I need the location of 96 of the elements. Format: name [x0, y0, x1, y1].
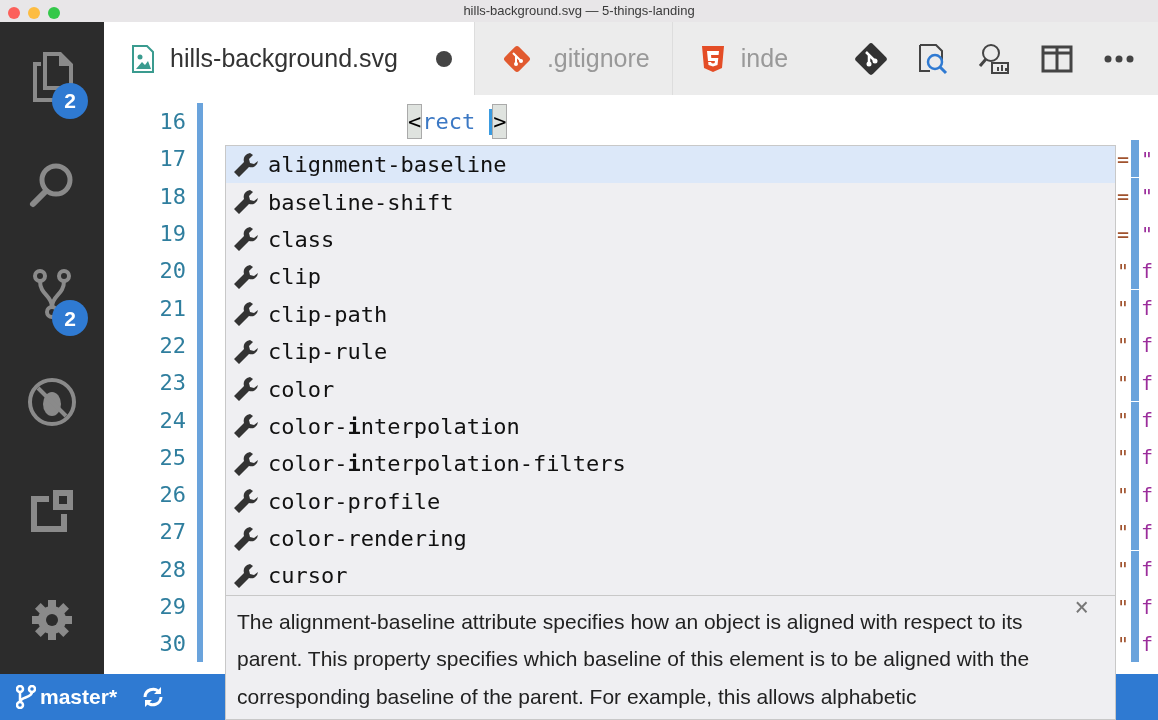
suggestion-item[interactable]: cursor — [226, 557, 1115, 595]
line-number: 18 — [158, 182, 186, 211]
scrollbar-marker — [1131, 401, 1140, 439]
branch-indicator[interactable]: master* — [16, 681, 118, 713]
image-file-icon — [132, 44, 154, 73]
tag-name: rect — [422, 108, 476, 137]
code-fragment: f — [1141, 295, 1154, 323]
line-number: 23 — [158, 369, 186, 398]
wrench-icon — [232, 225, 260, 254]
line-number: 24 — [158, 406, 186, 435]
line-number: 29 — [158, 593, 186, 621]
code-fragment: " — [1117, 518, 1130, 546]
scrollbar-marker — [1131, 252, 1140, 290]
editor-tab[interactable]: hills-background.svg — [104, 22, 475, 95]
code-fragment: f — [1141, 407, 1154, 434]
code-fragment: = — [1117, 220, 1130, 248]
badge-count: 2 — [52, 83, 88, 119]
line-number: 30 — [158, 630, 186, 659]
wrench-icon — [232, 300, 260, 329]
scrollbar-marker — [1131, 140, 1140, 178]
line-number: 25 — [158, 443, 186, 472]
wrench-icon — [232, 262, 260, 291]
wrench-icon — [232, 375, 260, 404]
no-bug-icon[interactable] — [26, 376, 78, 429]
code-fragment: f — [1141, 518, 1154, 546]
code-fragment: f — [1141, 332, 1154, 360]
scrollbar-marker — [1131, 513, 1140, 551]
wrench-icon — [232, 487, 260, 516]
code-fragment: f — [1141, 481, 1154, 509]
suggestion-item[interactable]: color-interpolation — [226, 407, 1115, 446]
line-number: 20 — [158, 257, 186, 286]
line-number: 22 — [158, 331, 186, 360]
code-fragment: f — [1141, 630, 1154, 658]
suggestion-item[interactable]: alignment-baseline — [226, 146, 1115, 184]
suggestion-item[interactable]: clip-path — [226, 295, 1115, 333]
wrench-icon — [232, 524, 260, 553]
code-fragment: " — [1141, 220, 1154, 248]
suggestion-item[interactable]: color — [226, 370, 1115, 408]
scrollbar-marker — [1131, 289, 1140, 327]
text-cursor — [489, 108, 493, 135]
code-fragment: " — [1117, 481, 1130, 509]
extensions-icon[interactable] — [29, 488, 75, 534]
suggestion-item[interactable]: color-profile — [226, 482, 1115, 520]
code-fragment: f — [1141, 444, 1154, 472]
wrench-icon — [232, 562, 260, 590]
preview-icon[interactable] — [978, 41, 1012, 76]
code-fragment: f — [1141, 369, 1154, 397]
line-number: 17 — [158, 145, 186, 174]
code-fragment: f — [1141, 257, 1154, 285]
search-file-icon[interactable] — [916, 41, 950, 76]
suggestion-item[interactable]: class — [226, 220, 1115, 259]
scrollbar-marker — [1131, 364, 1140, 402]
scrollbar-marker — [1131, 625, 1140, 663]
wrench-icon — [232, 449, 260, 478]
suggestion-item[interactable]: clip — [226, 258, 1115, 296]
code-fragment: " — [1117, 630, 1130, 658]
code-fragment: " — [1117, 407, 1130, 434]
suggestion-item[interactable]: clip-rule — [226, 332, 1115, 371]
code-fragment: " — [1117, 295, 1130, 323]
close-button[interactable]: × — [1068, 594, 1095, 620]
line-number: 26 — [158, 481, 186, 510]
bracket-match: < — [407, 104, 423, 140]
code-fragment: = — [1117, 183, 1130, 211]
code-fragment: " — [1117, 257, 1130, 285]
code-fragment: " — [1141, 183, 1154, 211]
code-fragment: = — [1117, 145, 1130, 173]
line-number: 16 — [158, 108, 186, 137]
suggestion-item[interactable]: color-interpolation-filters — [226, 445, 1115, 483]
close-light[interactable] — [8, 7, 20, 19]
suggestion-item[interactable]: baseline-shift — [226, 183, 1115, 221]
wrench-icon — [232, 188, 260, 217]
bracket-match: > — [492, 104, 508, 140]
scrollbar-marker — [1131, 550, 1140, 588]
code-fragment: " — [1117, 369, 1130, 397]
suggestion-item[interactable]: color-rendering — [226, 519, 1115, 558]
code-fragment: " — [1117, 556, 1130, 584]
wrench-icon — [232, 337, 260, 366]
line-number: 19 — [158, 220, 186, 249]
line-number: 28 — [158, 555, 186, 584]
window-title: hills-background.svg — 5-things-landing — [463, 2, 695, 21]
wrench-icon — [232, 150, 260, 179]
split-editor-icon[interactable] — [1041, 44, 1073, 73]
scrollbar-marker — [1131, 177, 1140, 215]
settings-icon[interactable] — [31, 598, 73, 641]
code-fragment: f — [1141, 593, 1154, 621]
line-number: 27 — [158, 518, 186, 547]
code-fragment: f — [1141, 556, 1154, 584]
code-fragment: " — [1117, 444, 1130, 472]
line-number: 21 — [158, 294, 186, 323]
wrench-icon — [232, 412, 260, 441]
code-fragment: " — [1117, 332, 1130, 360]
html5-icon — [700, 44, 725, 73]
more-icon[interactable] — [1104, 54, 1134, 63]
badge-count: 2 — [52, 300, 88, 337]
code-fragment: " — [1117, 593, 1130, 621]
code-fragment: " — [1141, 145, 1154, 173]
